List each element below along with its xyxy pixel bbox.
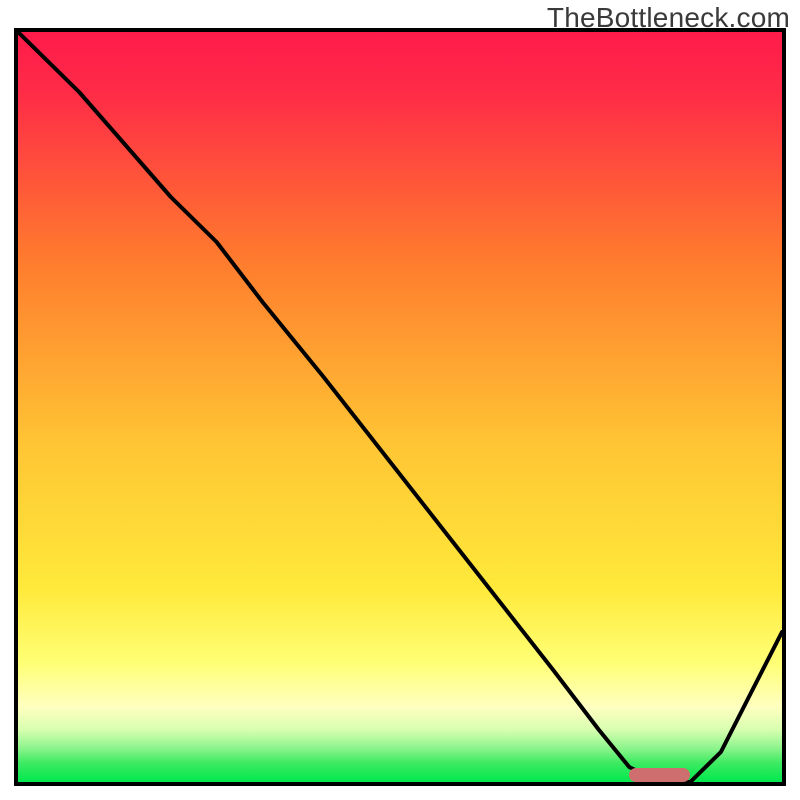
bottleneck-chart — [18, 32, 782, 782]
gradient-background — [18, 32, 782, 782]
chart-frame — [14, 28, 786, 786]
watermark-text: TheBottleneck.com — [547, 2, 790, 34]
optimal-range-marker — [629, 768, 690, 782]
